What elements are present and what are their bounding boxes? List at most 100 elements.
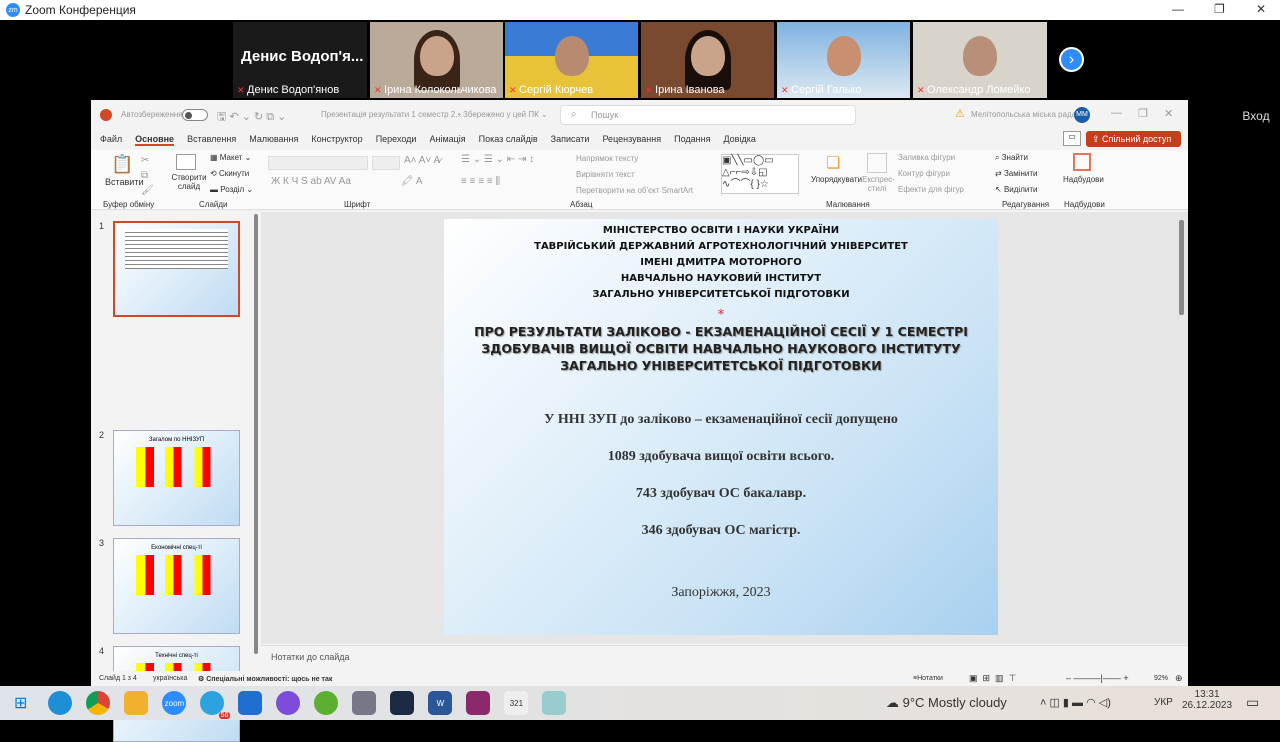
list-buttons[interactable]: ☰ ⌄ ☰ ⌄ ⇤ ⇥ ↕ — [461, 154, 534, 165]
minimize-button[interactable]: — — [1172, 2, 1184, 16]
tab-file[interactable]: Файл — [100, 134, 122, 146]
view-buttons[interactable]: ▣ ⊞ ▥ ⊤ — [969, 673, 1016, 684]
font-size-icons[interactable]: A˄ A˅ A̷ — [404, 155, 440, 166]
addins-button[interactable]: Надбудови — [1063, 175, 1104, 184]
telegram-icon[interactable]: 56 — [200, 691, 231, 719]
powerpoint-window: Автозбереження 🖫 ↶ ⌄ ↻ ⧉ ⌄ Презентація р… — [91, 100, 1188, 742]
participant-tile[interactable]: Сергій Кюрчев — [505, 22, 638, 98]
clock[interactable]: 13:31 26.12.2023 — [1182, 689, 1232, 711]
participant-tile[interactable]: Ірина Іванова — [641, 22, 774, 98]
save-status[interactable]: • Збережено у цей ПК ⌄ — [458, 110, 548, 119]
slide-thumbnail[interactable]: Економічні спец-ті — [113, 538, 240, 634]
clipboard-tools-icons[interactable]: ✂ ⧉ 🖌 — [141, 153, 154, 198]
maximize-button[interactable]: ❐ — [1214, 2, 1225, 16]
mail-icon[interactable] — [238, 691, 263, 715]
slide-thumbnail[interactable]: Загалом по ННІЗУП — [113, 430, 240, 526]
tab-help[interactable]: Довідка — [723, 134, 755, 146]
tab-record[interactable]: Записати — [551, 134, 590, 146]
input-language[interactable]: УКР — [1154, 697, 1173, 708]
accessibility-status[interactable]: ⚙ Спеціальні можливості: щось не так — [198, 675, 332, 683]
section-button[interactable]: ▬ Розділ ⌄ — [210, 185, 253, 194]
vpn-shield-icon[interactable] — [390, 691, 415, 715]
new-slide-button[interactable]: Створити слайд — [171, 173, 207, 191]
shape-fill-button[interactable]: Заливка фігури — [898, 153, 955, 162]
shapes-gallery[interactable]: ▣╲╲▭◯▭ △⌐⌐⇨⇩◱ ∿⌒⌒{ }☆ — [721, 154, 799, 194]
thumbnails-scrollbar[interactable] — [254, 214, 258, 654]
participant-tile[interactable]: Сергій Галько — [777, 22, 910, 98]
tab-home[interactable]: Основне — [135, 134, 175, 146]
utorrent-icon[interactable] — [314, 691, 339, 715]
font-size-select[interactable] — [372, 156, 400, 170]
slide-thumbnail[interactable] — [113, 221, 240, 317]
quick-access-icons[interactable]: 🖫 ↶ ⌄ ↻ ⧉ ⌄ — [217, 108, 286, 127]
font-color-icons[interactable]: 🖍 A — [401, 176, 423, 187]
smartart-button[interactable]: Перетворити на об'єкт SmartArt — [576, 186, 693, 195]
fit-slide-icon[interactable]: ⊕ — [1175, 673, 1183, 684]
avatar[interactable]: ММ — [1074, 107, 1090, 123]
paste-icon[interactable]: 📋 — [111, 154, 133, 175]
search-input[interactable]: ⌕ Пошук — [560, 105, 856, 125]
participant-tile[interactable]: Ірина Колокольчикова — [370, 22, 503, 98]
close-button[interactable]: ✕ — [1256, 2, 1266, 16]
comments-button[interactable]: ▭ — [1063, 131, 1081, 146]
quick-styles-icon[interactable] — [867, 153, 887, 173]
select-button[interactable]: ↖ Виділити — [995, 185, 1037, 194]
find-button[interactable]: ⌕ Знайти — [995, 153, 1028, 163]
language-status[interactable]: українська — [153, 675, 187, 682]
start-icon[interactable]: ⊞ — [14, 693, 27, 713]
align-buttons[interactable]: ≡ ≡ ≡ ≡ ⫼ — [461, 176, 500, 187]
tab-insert[interactable]: Вставлення — [187, 134, 236, 146]
arrange-icon[interactable]: ❏ — [826, 153, 840, 173]
word-icon[interactable]: W — [428, 691, 453, 715]
tab-review[interactable]: Рецензування — [602, 134, 661, 146]
autosave-toggle[interactable] — [182, 109, 208, 121]
notes-toggle[interactable]: ≡Нотатки — [913, 675, 943, 682]
ppt-close-button[interactable]: ✕ — [1164, 107, 1173, 120]
winrar-icon[interactable] — [466, 691, 491, 715]
thumb-number: 3 — [99, 538, 105, 548]
participant-tile[interactable]: Олександр Ломейко — [913, 22, 1047, 98]
editor-scrollbar[interactable] — [1179, 220, 1184, 315]
zoom-level[interactable]: 92% — [1154, 675, 1168, 682]
layout-button[interactable]: ▦ Макет ⌄ — [210, 153, 251, 162]
viber-icon[interactable] — [276, 691, 301, 715]
quick-styles-button[interactable]: Експрес-стилі — [862, 175, 895, 193]
sign-in-button[interactable]: Вход — [1236, 106, 1276, 126]
text-direction-button[interactable]: Напрямок тексту — [576, 154, 638, 163]
font-format-buttons[interactable]: Ж К Ч S ab AV Aa — [271, 176, 351, 187]
addins-icon[interactable] — [1073, 153, 1091, 171]
notes-pane[interactable]: Нотатки до слайда — [261, 645, 1188, 665]
reset-button[interactable]: ⟲ Скинути — [210, 169, 249, 178]
calculator-icon[interactable] — [352, 691, 377, 715]
ppt-minimize-button[interactable]: — — [1111, 107, 1122, 119]
font-name-select[interactable] — [268, 156, 368, 170]
system-tray-icons[interactable]: ˄ ◫ ▮ ▬ ◠ ◁) — [1040, 696, 1111, 709]
new-slide-icon[interactable] — [176, 154, 196, 170]
zoom-slider[interactable]: – ———|—— + — [1066, 673, 1129, 683]
arrange-button[interactable]: Упорядкувати — [811, 175, 862, 184]
shape-effects-button[interactable]: Ефекти для фігур — [898, 185, 964, 194]
tab-view[interactable]: Подання — [674, 134, 710, 146]
participant-tile[interactable]: Денис Водоп'я... Денис Водоп'янов — [233, 22, 367, 98]
slide-canvas[interactable]: МІНІСТЕРСТВО ОСВІТИ І НАУКИ УКРАЇНИ ТАВР… — [444, 219, 998, 635]
weather-widget[interactable]: ☁ 9°C Mostly cloudy — [886, 695, 1007, 711]
calendar-app-icon[interactable]: 321 — [504, 691, 529, 715]
chrome-icon[interactable] — [86, 691, 111, 715]
tab-slideshow[interactable]: Показ слайдів — [479, 134, 538, 146]
paste-button[interactable]: Вставити — [105, 177, 144, 187]
shape-outline-button[interactable]: Контур фігури — [898, 169, 950, 178]
share-button[interactable]: ⇪ Спільний доступ ⌄ — [1086, 131, 1181, 160]
zoom-app-icon[interactable]: zoom — [162, 691, 187, 715]
tab-animations[interactable]: Анімація — [429, 134, 465, 146]
next-participants-icon[interactable]: › — [1059, 47, 1084, 72]
tab-draw[interactable]: Малювання — [249, 134, 298, 146]
align-text-button[interactable]: Вирівняти текст — [576, 170, 635, 179]
file-explorer-icon[interactable] — [124, 691, 149, 715]
replace-button[interactable]: ⇄ Замінити — [995, 169, 1038, 178]
tab-design[interactable]: Конструктор — [311, 134, 362, 146]
edge-icon[interactable] — [48, 691, 73, 715]
tab-transitions[interactable]: Переходи — [376, 134, 417, 146]
ppt-restore-button[interactable]: ❐ — [1138, 107, 1148, 120]
paint-icon[interactable] — [542, 691, 567, 715]
notifications-icon[interactable]: ▭ — [1246, 694, 1259, 711]
